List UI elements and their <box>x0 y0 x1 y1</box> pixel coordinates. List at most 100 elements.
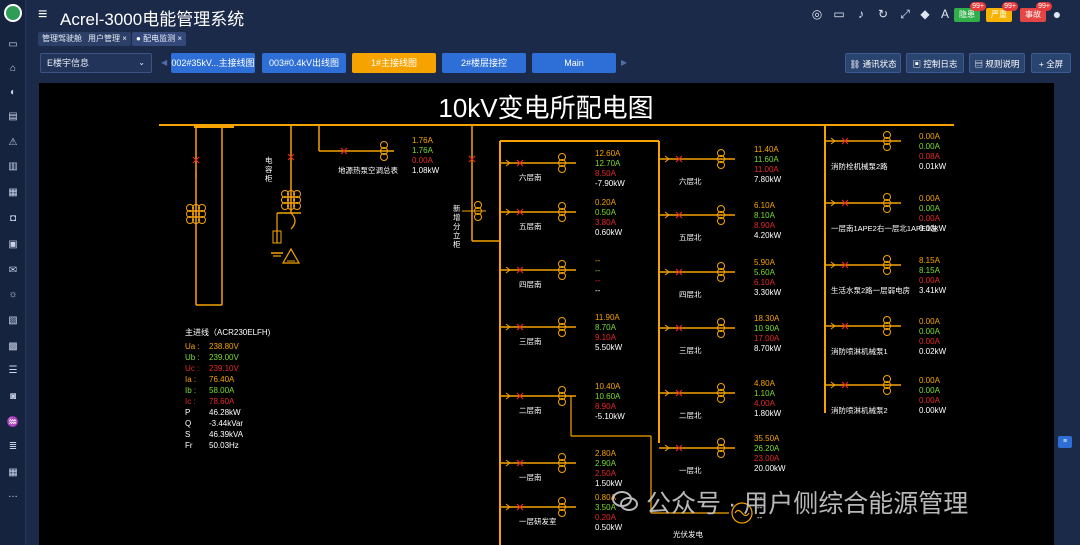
mid-feeder-ic: 8.90A <box>754 221 776 230</box>
left-feeder-p: 1.50kW <box>595 479 623 488</box>
view-tab-main[interactable]: Main <box>532 53 616 73</box>
scroll-right-icon[interactable]: ▶ <box>621 58 627 67</box>
capacitor-label: 容 <box>265 164 273 174</box>
monitor-icon[interactable]: ▭ <box>6 38 20 52</box>
side-panel-toggle[interactable]: ≡ <box>1058 436 1072 448</box>
left-feeder-ib: 2.90A <box>595 459 617 468</box>
left-feeder-ic: -- <box>595 276 601 285</box>
tab-user-management[interactable]: 用户管理 × <box>84 32 131 46</box>
device-icon[interactable]: ◘ <box>6 212 20 226</box>
right-feeder-name: 消防喷淋机械泵1 <box>831 346 888 356</box>
fullscreen-icon[interactable]: ⤢ <box>898 7 912 21</box>
grid-icon[interactable]: ▩ <box>6 340 20 354</box>
left-feeder-name: 三层南 <box>519 336 542 346</box>
app-logo <box>4 4 22 22</box>
left-feeder-name: 六层南 <box>519 172 542 182</box>
home-icon[interactable]: ⌂ <box>6 62 20 76</box>
rules-button[interactable]: ▤ 规则说明 <box>969 53 1025 73</box>
diagram-title: 10kV变电所配电图 <box>438 93 653 123</box>
left-feeder-p: -- <box>595 286 601 295</box>
building-select[interactable]: E楼宇信息 ⌄ <box>40 53 152 73</box>
mid-feeder-ia: 5.90A <box>754 258 776 267</box>
main-feed-value: 46.39kVA <box>209 430 244 439</box>
view-tab-main-1[interactable]: 1#主接线图 <box>352 53 436 73</box>
wechat-icon <box>612 491 638 511</box>
tab-distribution-monitoring[interactable]: ● 配电监测 × <box>132 32 186 46</box>
view-tab-35kv[interactable]: 002#35kV...主接线图 <box>171 53 255 73</box>
left-feeder-name: 一层研发室 <box>519 516 557 526</box>
top-feeder-name: 地源热泵空调总表 <box>338 165 398 175</box>
fullscreen-button[interactable]: + 全屏 <box>1031 53 1071 73</box>
left-feeder-ic: 8.50A <box>595 169 617 178</box>
dashboard-icon[interactable]: ◐ <box>6 86 20 100</box>
refresh-icon[interactable]: ↻ <box>876 7 890 21</box>
meter-icon[interactable]: ▧ <box>6 314 20 328</box>
screen-icon[interactable]: ▭ <box>832 7 846 21</box>
left-feeder-ic: 8.90A <box>595 402 617 411</box>
right-feeder-p: 3.41kW <box>919 286 947 295</box>
mid-feeder-ia: 4.80A <box>754 379 776 388</box>
mail-icon[interactable]: ✉ <box>6 264 20 278</box>
camera-icon[interactable]: ◙ <box>6 390 20 404</box>
alarm-icon[interactable]: ⚠ <box>6 136 20 150</box>
bulb-icon[interactable]: ☼ <box>6 288 20 302</box>
tab-cockpit[interactable]: 管理驾驶舱 <box>38 32 86 46</box>
left-feeder-ic: 3.80A <box>595 218 617 227</box>
left-feeder-ic: 2.50A <box>595 469 617 478</box>
alarm-badge-hidden-danger[interactable]: 隐患 99+ <box>954 2 986 22</box>
left-feeder-name: 四层南 <box>519 279 542 289</box>
left-feeder-ia: 12.60A <box>595 149 621 158</box>
mid-feeder-name: 一层北 <box>679 466 702 475</box>
inductor-icon <box>290 212 296 230</box>
comm-status-button[interactable]: ⛓ 通讯状态 <box>845 53 901 73</box>
mid-feeder-ic: 11.00A <box>754 165 779 174</box>
analysis-icon[interactable]: ▦ <box>6 186 20 200</box>
language-icon[interactable]: A <box>938 7 952 21</box>
alarm-badge-accident[interactable]: 事故 99+ <box>1020 2 1052 22</box>
left-feeder-name: 一层南 <box>519 472 542 482</box>
left-feeder-ia: 0.20A <box>595 198 617 207</box>
close-icon[interactable]: × <box>177 34 182 43</box>
theme-icon[interactable]: ◆ <box>918 7 932 21</box>
left-feeder-p: 0.50kW <box>595 523 623 532</box>
left-feeder-ib: 10.60A <box>595 392 621 401</box>
table-icon[interactable]: ▦ <box>6 466 20 480</box>
main-feed-key: Q <box>185 419 191 428</box>
right-feeder-ib: 0.00A <box>919 204 941 213</box>
view-tab-floor-2[interactable]: 2#楼层接控 <box>442 53 526 73</box>
left-feeder-ia: 10.40A <box>595 382 621 391</box>
scroll-left-icon[interactable]: ◀ <box>161 58 167 67</box>
alarm-badge-serious[interactable]: 严重 99+ <box>986 2 1018 22</box>
view-tab-04kv[interactable]: 003#0.4kV出线图 <box>262 53 346 73</box>
right-feeder-ic: 0.00A <box>919 214 941 223</box>
menu-icon[interactable]: ≡ <box>38 6 47 24</box>
mid-feeder-ic: 23.00A <box>754 454 780 463</box>
energy-icon[interactable]: ▣ <box>6 238 20 252</box>
main-feed-value: 58.00A <box>209 386 235 395</box>
right-feeder-p: 0.00kW <box>919 224 947 233</box>
right-feeder-ib: 0.00A <box>919 386 941 395</box>
left-feeder-ib: 0.50A <box>595 208 617 217</box>
main-feed-key: S <box>185 430 190 439</box>
mid-feeder-ib: 5.60A <box>754 268 776 277</box>
mid-feeder-p: 8.70kW <box>754 344 782 353</box>
user-avatar-icon[interactable]: ● <box>1050 7 1064 21</box>
bar-chart-icon[interactable]: ▥ <box>6 160 20 174</box>
volume-icon[interactable]: ♪ <box>854 7 868 21</box>
close-icon[interactable]: × <box>122 34 127 43</box>
main-feed-title: 主进线（ACR230ELFH) <box>185 327 271 337</box>
link-icon: ⛓ <box>849 59 863 69</box>
help-icon[interactable]: ◎ <box>810 7 824 21</box>
diagram-canvas: 10kV变电所配电图电容柜地源热泵空调总表1.76A1.76A0.00A1.08… <box>159 93 954 545</box>
report-icon[interactable]: ▤ <box>6 110 20 124</box>
control-log-button[interactable]: ▣ 控制日志 <box>906 53 964 73</box>
left-feeder-ia: 11.90A <box>595 313 620 322</box>
left-feeder-ic: 0.20A <box>595 513 617 522</box>
server-icon[interactable]: ☰ <box>6 364 20 378</box>
left-feeder-p: 0.60kW <box>595 228 623 237</box>
mid-feeder-ib: 8.10A <box>754 211 776 220</box>
list-icon[interactable]: ≣ <box>6 440 20 454</box>
water-icon[interactable]: ♒ <box>6 416 20 430</box>
more-icon[interactable]: … <box>6 488 20 502</box>
mid-feeder-name: 二层北 <box>679 411 702 420</box>
